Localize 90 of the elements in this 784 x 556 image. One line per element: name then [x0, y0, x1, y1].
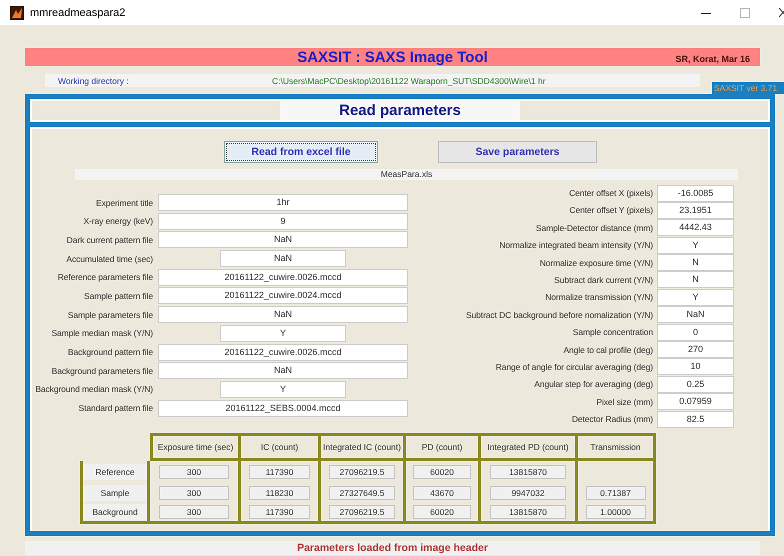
value-field[interactable]: -16.0085 [657, 184, 734, 202]
window-title: mmreadmeaspara2 [30, 6, 126, 18]
table-cell: 1.00000 [586, 505, 646, 520]
field-label: Normalize integrated beam intensity (Y/N) [498, 240, 653, 250]
table-cell: 13815870 [490, 464, 566, 479]
column-header: Integrated PD (count) [481, 433, 578, 462]
app-title: SAXSIT : SAXS Image Tool [297, 48, 488, 66]
row-label: Reference [83, 464, 147, 480]
value-field[interactable]: 270 [657, 341, 734, 358]
table-cell: 60020 [413, 505, 471, 520]
field-label: Accumulated time (sec) [65, 254, 153, 264]
row-label: Background [83, 504, 147, 520]
value-field[interactable]: Y [657, 236, 734, 254]
table-cell: 0.71387 [586, 486, 646, 500]
table-cell: 9947032 [490, 486, 566, 500]
field-label: Sample parameters file [66, 310, 153, 320]
field-label: Range of angle for circular averaging (deg) [494, 362, 653, 372]
field-label: Subtract dark current (Y/N) [553, 274, 653, 285]
table-cell: 117390 [248, 464, 310, 479]
value-field[interactable]: 20161122_cuwire.0026.mccd [158, 268, 408, 286]
value-field[interactable]: NaN [220, 250, 346, 268]
value-field[interactable]: 4442.43 [657, 219, 734, 236]
field-label: Center offset X (pixels) [568, 188, 653, 198]
directory-path: C:\Users\MacPC\Desktop\20161122 Waraporn_SUT\SDD4300\Wire\1 hr [272, 76, 546, 86]
status-message: Parameters loaded from image header [25, 541, 760, 555]
column-header: PD (count) [406, 433, 481, 462]
field-label: Sample-Detector distance (mm) [534, 222, 653, 233]
table-cell: 27096219.5 [329, 464, 395, 479]
version-label: SAXSIT ver 3.71 [712, 82, 784, 94]
field-label: X-ray energy (keV) [82, 216, 153, 226]
table-cell: 27327649.5 [329, 486, 395, 500]
field-label: Angle to cal profile (deg) [562, 344, 653, 355]
value-field[interactable]: NaN [657, 306, 734, 324]
value-field[interactable]: 10 [657, 358, 734, 376]
value-field[interactable]: 9 [158, 212, 408, 230]
field-label: Center offset Y (pixels) [568, 205, 653, 216]
field-label: Background parameters file [50, 366, 153, 376]
column-header: Transmission [578, 433, 656, 462]
field-label: Dark current pattern file [66, 234, 153, 245]
table-cell: 13815870 [490, 505, 566, 520]
column-header: Exposure time (sec) [150, 433, 241, 462]
field-label: Background median mask (Y/N) [34, 384, 153, 394]
field-label: Background pattern file [66, 347, 153, 357]
value-field[interactable]: 0.25 [657, 376, 734, 393]
value-field[interactable]: 23.1951 [657, 202, 734, 219]
table-cell: 118230 [248, 486, 310, 500]
value-field[interactable]: Y [220, 380, 346, 398]
value-field[interactable]: NaN [158, 362, 408, 380]
value-field[interactable]: 20161122_SEBS.0004.mccd [158, 400, 408, 417]
value-field[interactable]: 0 [657, 324, 734, 341]
value-field[interactable]: 82.5 [657, 410, 734, 428]
credit-text: SR, Korat, Mar 16 [675, 54, 750, 64]
panel-title: Read parameters [280, 101, 520, 120]
read-excel-button[interactable]: Read from excel file [224, 141, 378, 163]
field-label: Normalize exposure time (Y/N) [538, 258, 653, 268]
value-field[interactable]: N [657, 254, 734, 272]
value-field[interactable]: 0.07959 [657, 393, 734, 410]
app-icon [10, 6, 24, 20]
directory-label: Working directory : [58, 76, 130, 86]
field-label: Sample pattern file [83, 290, 153, 301]
field-label: Reference parameters file [56, 272, 153, 282]
row-label: Sample [83, 484, 147, 501]
field-label: Sample median mask (Y/N) [50, 328, 153, 338]
value-field[interactable]: N [657, 271, 734, 288]
field-label: Pixel size (mm) [595, 396, 653, 407]
value-field[interactable]: 20161122_cuwire.0026.mccd [158, 344, 408, 360]
field-label: Detector Radius (mm) [570, 414, 653, 424]
value-field[interactable]: 1hr [158, 194, 408, 211]
value-field[interactable]: NaN [158, 231, 408, 248]
table-cell: 300 [158, 505, 230, 520]
table-cell: 300 [158, 486, 230, 500]
column-header: IC (count) [241, 433, 321, 462]
value-field[interactable]: NaN [158, 306, 408, 324]
field-label: Subtract DC background before nomalization (Y/N) [464, 310, 653, 320]
value-field[interactable]: Y [657, 288, 734, 306]
table-cell: 43670 [413, 486, 471, 500]
table-cell: 27096219.5 [329, 505, 395, 520]
value-field[interactable]: 20161122_cuwire.0024.mccd [158, 287, 408, 304]
field-label: Sample concentration [572, 327, 653, 338]
column-header: Integrated IC (count) [321, 433, 406, 462]
save-button[interactable]: Save parameters [438, 141, 597, 163]
field-label: Experiment title [95, 198, 153, 208]
table-cell: 60020 [413, 464, 471, 479]
value-field[interactable]: Y [220, 324, 346, 342]
table-cell: 117390 [248, 505, 310, 520]
file-name: MeasPara.xls [75, 169, 738, 180]
table-cell: 300 [158, 464, 230, 479]
field-label: Normalize transmission (Y/N) [544, 292, 653, 302]
field-label: Angular step for averaging (deg) [533, 379, 653, 390]
field-label: Standard pattern file [78, 403, 153, 414]
